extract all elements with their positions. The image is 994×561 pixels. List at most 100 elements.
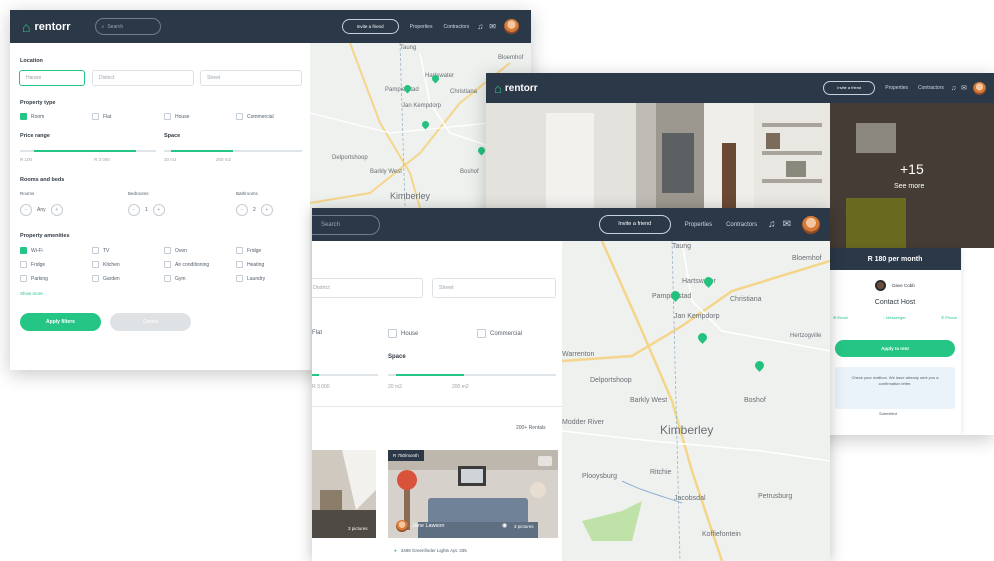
map-town: Kimberley (660, 423, 714, 437)
amenity-wifi-checkbox[interactable]: Wi-Fi (20, 247, 43, 254)
price-slider[interactable] (312, 374, 378, 376)
checkbox (236, 275, 243, 282)
user-avatar[interactable] (802, 215, 820, 234)
nav-contractors[interactable]: Contractors (443, 24, 469, 30)
invite-friend-button[interactable]: Invite a friend (598, 215, 671, 234)
type-commercial-checkbox[interactable]: Commercial (236, 113, 274, 120)
price-header: R 180 per month (829, 248, 961, 270)
user-avatar[interactable] (973, 81, 986, 95)
invite-friend-button[interactable]: Invite a friend (341, 19, 399, 34)
location-label: Location (20, 58, 43, 64)
see-more-link[interactable]: See more (894, 183, 924, 190)
apply-to-rent-button[interactable]: Apply to rent (835, 340, 955, 357)
amenity-oven-checkbox[interactable]: Oven (164, 247, 187, 254)
contact-phone-label: Phone (945, 315, 957, 320)
amenity-fridge2-checkbox[interactable]: Fridge (20, 261, 45, 268)
bell-icon[interactable]: ♫ (951, 85, 956, 92)
amenity-fridge-checkbox[interactable]: Fridge (236, 247, 261, 254)
plus-icon[interactable]: + (50, 204, 63, 216)
mail-icon[interactable]: ✉ (489, 22, 496, 31)
price-max: R 3 000 (94, 157, 110, 162)
amenity-heating-checkbox[interactable]: Heating (236, 261, 264, 268)
type-flat-checkbox[interactable]: Flat (92, 113, 111, 120)
street-input[interactable]: Street (200, 70, 302, 86)
checkbox (92, 247, 99, 254)
map-town: Christiana (450, 89, 478, 95)
map-town: Jan Kempdorp (674, 313, 720, 320)
nav-properties[interactable]: Properties (685, 222, 712, 228)
map-town: Barkly West (630, 397, 668, 404)
house-logo-icon: ⌂ (494, 80, 502, 96)
search-input[interactable]: Search (312, 214, 380, 235)
district-input[interactable]: District (312, 278, 423, 298)
mail-icon[interactable]: ✉ (961, 84, 967, 92)
brand-logo[interactable]: ⌂ rentorr (494, 81, 538, 96)
street-input[interactable]: Street (432, 278, 556, 298)
map-town: Petrusburg (758, 493, 793, 500)
user-avatar[interactable] (504, 19, 519, 34)
nav-contractors[interactable]: Contractors (726, 222, 757, 228)
amenity-gym-checkbox[interactable]: Gym (164, 275, 186, 282)
camera-icon: ◉ (502, 523, 508, 529)
search-input[interactable]: ⌕ Search (94, 18, 161, 35)
mail-icon[interactable]: ✉ (783, 219, 791, 230)
apply-filters-button[interactable]: Apply filters (20, 313, 101, 331)
map-town: Boshof (744, 397, 766, 404)
map-town: Delportshoop (332, 155, 368, 161)
nav-properties[interactable]: Properties (885, 85, 908, 91)
amenity-tv-checkbox[interactable]: TV (92, 247, 109, 254)
type-flat-checkbox[interactable]: Flat (312, 330, 322, 336)
submitted-status: Submitted (879, 411, 898, 416)
minus-icon[interactable]: − (128, 204, 140, 216)
type-house-checkbox[interactable]: House (164, 113, 189, 120)
show-more-link[interactable]: Show more (20, 291, 43, 296)
space-slider[interactable] (164, 150, 302, 152)
rooms-stepper[interactable]: − Any + (20, 204, 63, 216)
map-town: Plooysburg (582, 473, 618, 480)
type-room-checkbox[interactable]: Room (20, 113, 44, 120)
contact-email[interactable]: ✉ Email (833, 315, 847, 320)
contact-messenger[interactable]: ◌ Messenger (883, 315, 906, 320)
map-town: Christiana (730, 296, 762, 303)
minus-icon[interactable]: − (20, 204, 32, 216)
invite-friend-button[interactable]: Invite a friend (823, 81, 876, 95)
amenity-kitchen-checkbox[interactable]: Kitchen (92, 261, 120, 268)
photo-more-count[interactable]: +15 (900, 161, 924, 177)
property-type-label: Property type (20, 100, 56, 106)
nav-properties[interactable]: Properties (410, 24, 433, 30)
host-chip[interactable]: Jane Lawson (396, 520, 444, 532)
price-slider[interactable] (20, 150, 156, 152)
location-input[interactable]: Harare (19, 70, 85, 86)
type-house-checkbox[interactable]: House (388, 329, 418, 338)
bathrooms-stepper[interactable]: −2 + (236, 204, 273, 216)
amenity-laundry-checkbox[interactable]: Laundry (236, 275, 265, 282)
cancel-button[interactable]: Cancel (110, 313, 191, 331)
district-input[interactable]: District (92, 70, 194, 86)
listing-card-photo[interactable] (312, 450, 376, 538)
bedrooms-value: 1 (145, 207, 148, 213)
price-max: R 3 000 (312, 384, 330, 390)
search-placeholder: Search (321, 221, 341, 228)
amenity-ac-checkbox[interactable]: Air conditioning (164, 261, 209, 268)
checkbox-label: Wi-Fi (31, 247, 43, 254)
brand-logo[interactable]: ⌂ rentorr (22, 19, 71, 35)
nav-contractors[interactable]: Contractors (918, 85, 944, 91)
plus-icon[interactable]: + (152, 204, 165, 216)
space-max: 200 m2 (216, 157, 232, 162)
price-per-month: R 180 per month (867, 255, 923, 263)
amenity-garden-checkbox[interactable]: Garden (92, 275, 120, 282)
map-panel[interactable]: Taung Hartswater Pampierstad Christiana … (562, 241, 830, 561)
bell-icon[interactable]: ♫ (477, 22, 483, 31)
top-nav: ⌂ rentorr ⌕ Search Invite a friend Prope… (10, 10, 531, 43)
bedrooms-stepper[interactable]: −1 + (128, 204, 165, 216)
map-town: Bloemhof (792, 255, 822, 262)
type-commercial-checkbox[interactable]: Commercial (477, 329, 522, 338)
minus-icon[interactable]: − (236, 204, 248, 216)
checkbox-label: Kitchen (103, 261, 120, 268)
space-slider[interactable] (388, 374, 556, 376)
checkbox-label: House (175, 113, 190, 120)
bell-icon[interactable]: ♫ (768, 219, 776, 230)
contact-phone[interactable]: ✆ Phone (941, 315, 957, 320)
plus-icon[interactable]: + (260, 204, 273, 216)
amenity-parking-checkbox[interactable]: Parking (20, 275, 48, 282)
